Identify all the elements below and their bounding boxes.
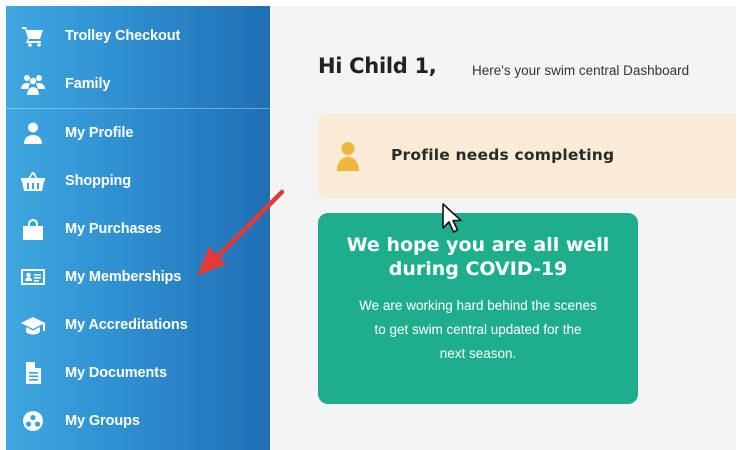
sidebar-item-family[interactable]: Family [6,60,270,108]
groups-icon [20,409,46,433]
sidebar-item-label: My Profile [65,125,134,141]
page-title: Hi Child 1, [318,54,437,78]
sidebar: Trolley Checkout Family My Profile Shopp… [6,6,270,450]
sidebar-item-trolley-checkout[interactable]: Trolley Checkout [6,12,270,60]
sidebar-item-my-accreditations[interactable]: My Accreditations [6,301,270,349]
user-icon [20,121,46,145]
sidebar-item-label: My Purchases [65,221,162,237]
user-icon [336,141,360,171]
document-icon [20,361,46,385]
dashboard-main: Hi Child 1, Here's your swim central Das… [270,6,736,450]
family-icon [20,72,46,96]
cart-icon [20,24,46,48]
sidebar-item-my-groups[interactable]: My Groups [6,397,270,445]
covid-body-line: We are working hard behind the scenes [359,298,597,313]
covid-body-line: next season. [439,346,517,361]
basket-icon [20,169,46,193]
sidebar-item-label: My Groups [65,413,140,429]
sidebar-item-my-profile[interactable]: My Profile [6,109,270,157]
covid-notice-card: We hope you are all well during COVID-19… [318,213,638,404]
covid-title-line: We hope you are all well [346,234,610,256]
sidebar-item-label: My Accreditations [65,317,188,333]
sidebar-item-my-memberships[interactable]: My Memberships [6,253,270,301]
covid-body-line: to get swim central updated for the [374,322,582,337]
sidebar-item-label: Family [65,76,111,92]
sidebar-item-label: Trolley Checkout [65,28,181,44]
covid-title-line: during COVID-19 [388,258,568,280]
profile-banner-text: Profile needs completing [391,146,615,164]
profile-incomplete-banner[interactable]: Profile needs completing [318,114,736,198]
graduation-cap-icon [20,313,46,337]
page-subtitle: Here's your swim central Dashboard [472,63,690,78]
sidebar-item-label: My Documents [65,365,167,381]
sidebar-item-my-documents[interactable]: My Documents [6,349,270,397]
sidebar-item-my-purchases[interactable]: My Purchases [6,205,270,253]
id-card-icon [20,265,46,289]
sidebar-item-shopping[interactable]: Shopping [6,157,270,205]
covid-card-title: We hope you are all well during COVID-19 [318,233,638,281]
covid-card-body: We are working hard behind the scenes to… [336,294,620,366]
mouse-cursor-icon [442,203,462,233]
sidebar-item-label: My Memberships [65,269,182,285]
bag-icon [20,217,46,241]
sidebar-item-label: Shopping [65,173,132,189]
